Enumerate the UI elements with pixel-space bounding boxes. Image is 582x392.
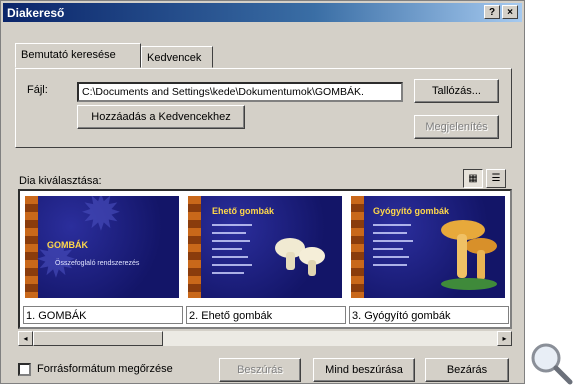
slide-bullet <box>373 232 407 234</box>
slide-bullet <box>373 240 413 242</box>
file-label: Fájl: <box>27 84 48 96</box>
window-title: Diakereső <box>7 6 65 20</box>
file-path-field[interactable]: C:\Documents and Settings\kede\Dokumentu… <box>77 82 403 102</box>
slide-title: Ehető gombák <box>212 206 275 216</box>
slide-bullet <box>373 248 403 250</box>
insert-button[interactable]: Beszúrás <box>219 358 301 382</box>
slide-thumbnail-1[interactable]: ✹ ✹ GOMBÁK Összefoglaló rendszerezés 1. … <box>23 194 183 324</box>
keep-source-format-label: Forrásformátum megőrzése <box>37 363 173 375</box>
close-window-button[interactable]: × <box>502 5 518 19</box>
tab-favorites[interactable]: Kedvencek <box>141 46 213 68</box>
mushroom-image <box>441 220 497 290</box>
slide-decor-strip <box>188 196 201 298</box>
list-view-icon[interactable]: ☰ <box>486 169 506 188</box>
slide-bullet <box>212 272 244 274</box>
horizontal-scrollbar[interactable]: ◂ ▸ <box>18 331 512 346</box>
keep-source-format-checkbox[interactable] <box>18 363 31 376</box>
add-to-favorites-button[interactable]: Hozzáadás a Kedvencekhez <box>77 105 245 129</box>
tab-find-presentation[interactable]: Bemutató keresése <box>15 43 141 68</box>
slide-caption: 1. GOMBÁK <box>23 306 183 324</box>
slide-bullet <box>212 224 252 226</box>
slide-title: Gyógyító gombák <box>373 206 450 216</box>
slide-subtitle: Összefoglaló rendszerezés <box>55 260 140 267</box>
slide-bullet <box>212 264 252 266</box>
slide-bullet <box>212 256 248 258</box>
large-thumbnails-icon[interactable]: ▦ <box>463 169 483 188</box>
slide-decor-strip <box>351 196 364 298</box>
browse-button[interactable]: Tallózás... <box>414 79 499 103</box>
mushroom-image <box>275 238 325 276</box>
gear-icon: ✹ <box>80 196 122 241</box>
slide-preview: Gyógyító gombák <box>351 196 505 298</box>
slide-thumbnail-3[interactable]: Gyógyító gombák 3. Gyógyító gombák <box>349 194 509 324</box>
slide-bullet <box>373 256 409 258</box>
scroll-left-icon[interactable]: ◂ <box>18 331 33 346</box>
scrollbar-thumb[interactable] <box>33 331 163 346</box>
slide-caption: 3. Gyógyító gombák <box>349 306 509 324</box>
slide-preview: Ehető gombák <box>188 196 342 298</box>
slide-bullet <box>373 264 407 266</box>
slide-bullet <box>212 232 246 234</box>
help-button[interactable]: ? <box>484 5 500 19</box>
slide-select-label: Dia kiválasztása: <box>19 175 102 187</box>
insert-all-button[interactable]: Mind beszúrása <box>313 358 415 382</box>
title-bar[interactable]: Diakereső ? × <box>3 3 522 22</box>
slide-thumbnail-2[interactable]: Ehető gombák 2. Ehető gombák <box>186 194 346 324</box>
slide-caption: 2. Ehető gombák <box>186 306 346 324</box>
scroll-right-icon[interactable]: ▸ <box>497 331 512 346</box>
slide-thumbnails: ✹ ✹ GOMBÁK Összefoglaló rendszerezés 1. … <box>18 189 512 329</box>
display-button[interactable]: Megjelenítés <box>414 115 499 139</box>
slide-bullet <box>212 248 242 250</box>
slide-bullet <box>373 224 411 226</box>
slide-finder-dialog: Diakereső ? × Bemutató keresése Kedvence… <box>0 0 525 384</box>
slide-bullet <box>212 240 250 242</box>
slide-preview: ✹ ✹ GOMBÁK Összefoglaló rendszerezés <box>25 196 179 298</box>
close-button[interactable]: Bezárás <box>425 358 509 382</box>
slide-title: GOMBÁK <box>47 240 88 250</box>
magnifier-icon[interactable] <box>528 340 574 386</box>
